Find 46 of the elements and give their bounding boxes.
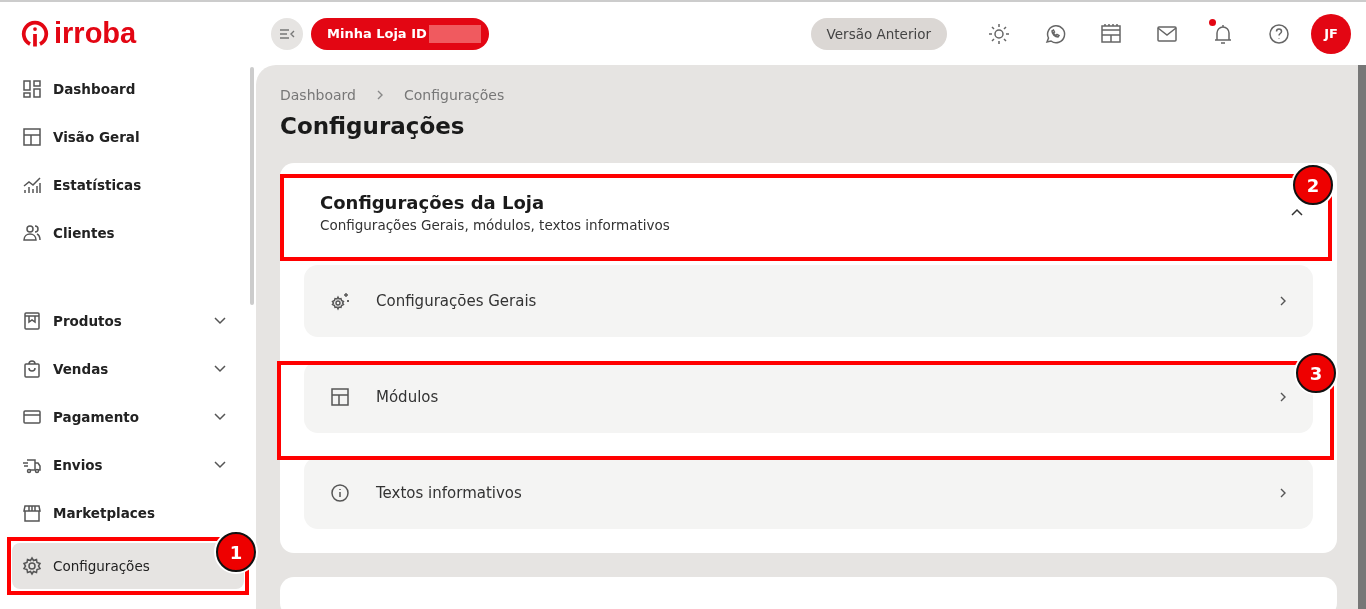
chevron-right-icon	[375, 89, 384, 101]
step-number-badge: 1	[216, 532, 256, 572]
sidebar-item[interactable]: Visão Geral	[12, 113, 244, 161]
breadcrumb-current: Configurações	[403, 87, 505, 103]
section-title[interactable]: Configurações da Loja	[320, 191, 670, 213]
redaction-block	[428, 24, 481, 43]
breadcrumb-link[interactable]: Dashboard	[280, 87, 356, 103]
box-icon	[22, 311, 42, 331]
layout-icon	[330, 387, 350, 407]
settings-row[interactable]: Configurações Gerais	[304, 265, 1313, 337]
sidebar-item[interactable]: Dashboard	[12, 65, 244, 113]
grid-icon	[22, 79, 42, 99]
collapse-menu-icon	[279, 27, 295, 40]
sidebar-item[interactable]: Envios	[12, 441, 244, 489]
sidebar-item[interactable]: Produtos	[12, 297, 244, 345]
step-number-badge: 3	[1296, 353, 1336, 393]
chart-icon	[22, 175, 42, 195]
gear-sparkle-icon	[330, 291, 350, 311]
card-icon	[22, 407, 42, 427]
sidebar-item[interactable]: Pagamento	[12, 393, 244, 441]
sidebar-item[interactable]: Clientes	[12, 209, 244, 257]
collapse-sidebar-button[interactable]	[271, 17, 303, 50]
sidebar-item[interactable]: Estatísticas	[12, 161, 244, 209]
page-title: Configurações	[280, 113, 466, 139]
chevron-right-icon	[1279, 391, 1287, 403]
settings-icon	[22, 556, 42, 576]
step-number-badge: 2	[1293, 165, 1333, 205]
settings-row[interactable]: Textos informativos	[304, 457, 1313, 529]
help-icon[interactable]	[1267, 21, 1291, 46]
calendar-icon[interactable]	[1099, 21, 1123, 46]
chevron-right-icon	[1279, 295, 1287, 307]
scrollbar[interactable]	[1358, 65, 1366, 609]
section-subtitle: Configurações Gerais, módulos, textos informativos	[320, 216, 670, 233]
legacy-version-button[interactable]: Versão Anterior	[810, 17, 947, 50]
chevron-right-icon	[1279, 487, 1287, 499]
layout-icon	[22, 127, 42, 147]
users-icon	[22, 223, 42, 243]
store-button[interactable]: Minha Loja ID	[311, 17, 489, 50]
user-avatar[interactable]: JF	[1311, 13, 1351, 54]
bag-icon	[22, 359, 42, 379]
storefront-icon	[22, 503, 42, 523]
chevron-up-icon[interactable]	[1291, 208, 1303, 216]
sidebar-item[interactable]: Vendas	[12, 345, 244, 393]
sun-icon[interactable]	[987, 21, 1011, 46]
logo[interactable]: irroba	[20, 17, 271, 50]
info-icon	[330, 483, 350, 503]
